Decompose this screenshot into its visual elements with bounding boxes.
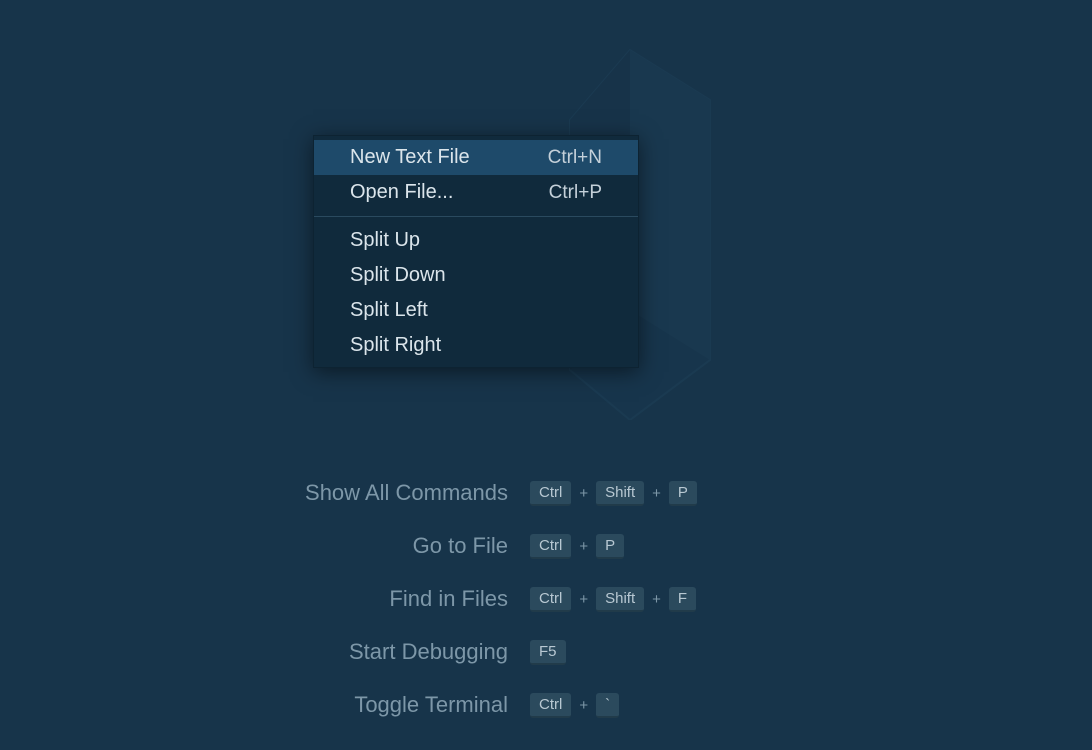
key: Shift — [596, 587, 644, 612]
key: P — [596, 534, 624, 559]
key: Ctrl — [530, 693, 571, 718]
plus-icon: + — [577, 485, 590, 502]
menu-item-split-down[interactable]: Split Down — [314, 258, 638, 293]
menu-item-split-left[interactable]: Split Left — [314, 293, 638, 328]
menu-item-label: Open File... — [350, 181, 453, 204]
plus-icon: + — [650, 591, 663, 608]
key: ` — [596, 693, 619, 718]
shortcut-keys: Ctrl + P — [530, 534, 624, 559]
shortcut-label: Go to File — [0, 533, 530, 559]
shortcut-label: Toggle Terminal — [0, 692, 530, 718]
menu-item-shortcut: Ctrl+P — [549, 182, 602, 204]
key: Ctrl — [530, 534, 571, 559]
menu-item-open-file[interactable]: Open File... Ctrl+P — [314, 175, 638, 210]
menu-item-new-text-file[interactable]: New Text File Ctrl+N — [314, 140, 638, 175]
plus-icon: + — [650, 485, 663, 502]
shortcut-label: Start Debugging — [0, 639, 530, 665]
shortcut-keys: F5 — [530, 640, 566, 665]
shortcut-label: Show All Commands — [0, 480, 530, 506]
menu-item-split-right[interactable]: Split Right — [314, 328, 638, 363]
menu-item-label: New Text File — [350, 146, 470, 169]
menu-item-shortcut: Ctrl+N — [548, 147, 602, 169]
shortcut-row-toggle-terminal: Toggle Terminal Ctrl + ` — [0, 692, 1092, 718]
plus-icon: + — [577, 538, 590, 555]
shortcut-label: Find in Files — [0, 586, 530, 612]
plus-icon: + — [577, 697, 590, 714]
menu-item-split-up[interactable]: Split Up — [314, 223, 638, 258]
key: F5 — [530, 640, 566, 665]
menu-item-label: Split Right — [350, 334, 441, 357]
shortcut-keys: Ctrl + Shift + F — [530, 587, 696, 612]
welcome-shortcuts-list: Show All Commands Ctrl + Shift + P Go to… — [0, 480, 1092, 745]
menu-item-label: Split Left — [350, 299, 428, 322]
shortcut-row-start-debugging: Start Debugging F5 — [0, 639, 1092, 665]
shortcut-row-show-all-commands: Show All Commands Ctrl + Shift + P — [0, 480, 1092, 506]
key: Ctrl — [530, 587, 571, 612]
shortcut-keys: Ctrl + ` — [530, 693, 619, 718]
menu-separator — [314, 216, 638, 217]
key: P — [669, 481, 697, 506]
key: Shift — [596, 481, 644, 506]
key: Ctrl — [530, 481, 571, 506]
menu-item-label: Split Up — [350, 229, 420, 252]
menu-item-label: Split Down — [350, 264, 446, 287]
key: F — [669, 587, 696, 612]
shortcut-keys: Ctrl + Shift + P — [530, 481, 697, 506]
editor-context-menu[interactable]: New Text File Ctrl+N Open File... Ctrl+P… — [313, 135, 639, 368]
shortcut-row-find-in-files: Find in Files Ctrl + Shift + F — [0, 586, 1092, 612]
shortcut-row-go-to-file: Go to File Ctrl + P — [0, 533, 1092, 559]
plus-icon: + — [577, 591, 590, 608]
